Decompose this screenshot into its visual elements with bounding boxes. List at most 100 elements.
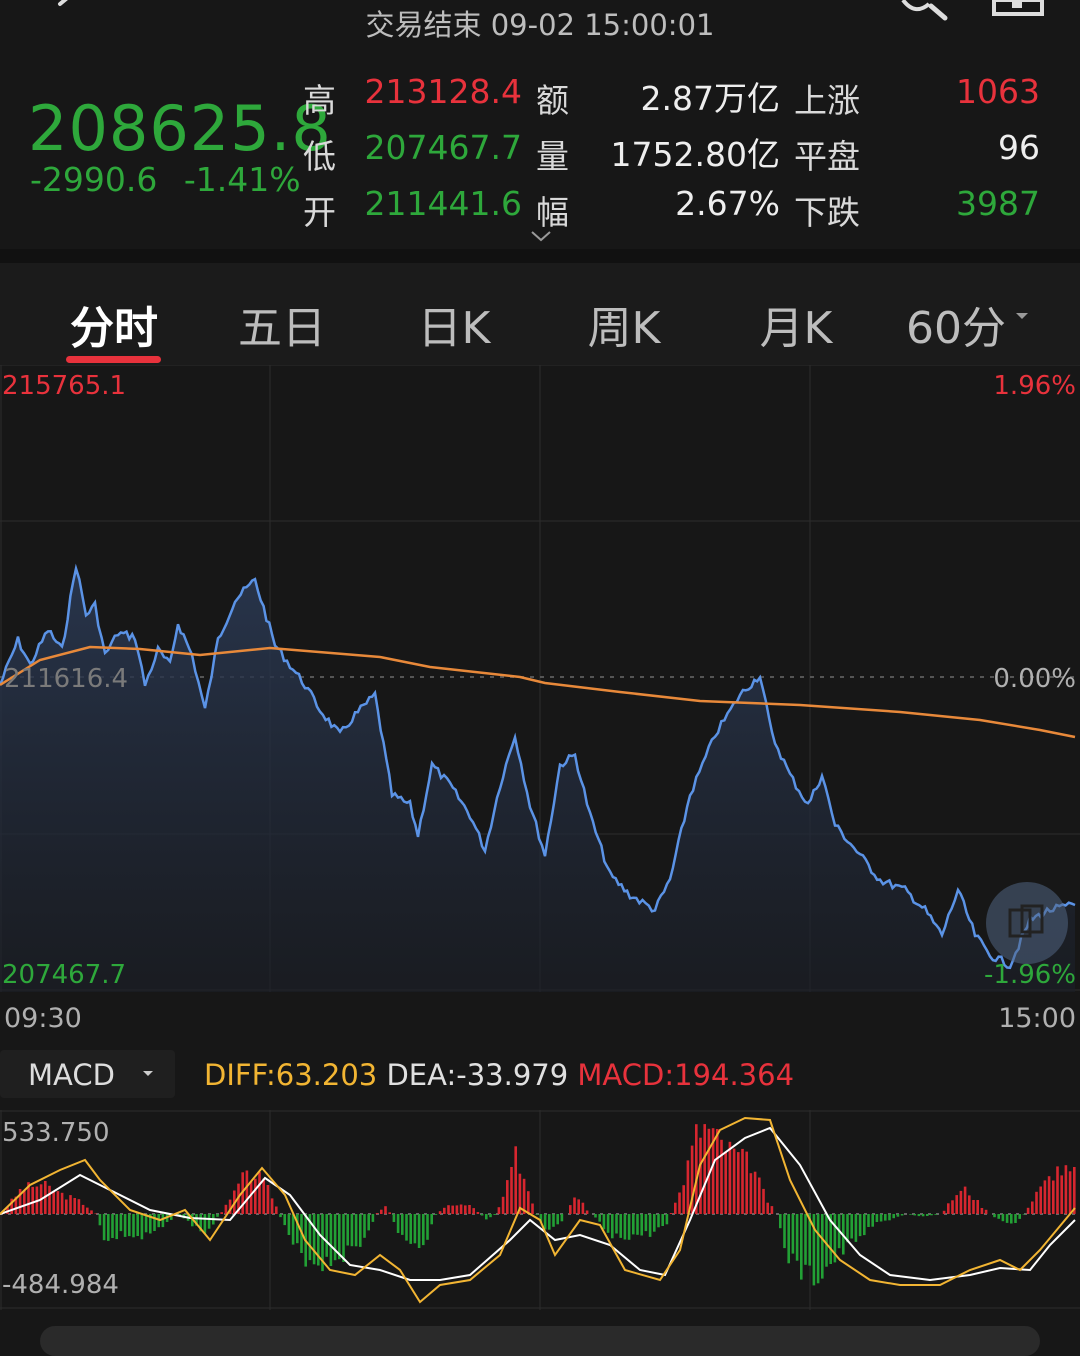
macd-bar-down xyxy=(350,1214,354,1247)
macd-bar-down xyxy=(207,1214,211,1229)
open-label: 开 xyxy=(303,193,336,232)
window-toggle-icon xyxy=(1008,904,1044,938)
macd-bar-up xyxy=(266,1185,270,1214)
macd-bar-down xyxy=(329,1214,333,1266)
tab-monthly-k[interactable]: 月K xyxy=(742,292,850,356)
macd-bar-down xyxy=(934,1214,937,1215)
search-icon[interactable] xyxy=(895,0,955,22)
macd-bar-up xyxy=(510,1167,513,1214)
tab-weekly-k[interactable]: 周K xyxy=(570,292,678,356)
macd-bar-up xyxy=(438,1211,442,1214)
macd-bar-down xyxy=(216,1214,219,1217)
macd-bar-up xyxy=(762,1188,765,1214)
macd-bar-down xyxy=(371,1214,375,1222)
macd-bar-up xyxy=(1060,1175,1063,1214)
macd-bar-down xyxy=(560,1214,564,1222)
macd-bar-down xyxy=(825,1214,828,1267)
macd-bar-up xyxy=(1047,1176,1051,1214)
macd-bar-up xyxy=(766,1202,769,1214)
macd-bar-up xyxy=(48,1185,51,1214)
macd-bar-down xyxy=(804,1214,807,1265)
macd-bar-down xyxy=(611,1214,614,1239)
macd-bar-down xyxy=(556,1214,559,1225)
macd-bar-down xyxy=(653,1214,656,1232)
high-value: 213128.4 xyxy=(364,72,522,111)
macd-bar-down xyxy=(640,1214,643,1236)
macd-bar-up xyxy=(455,1205,459,1214)
macd-bar-down xyxy=(367,1214,370,1231)
pct-min-label: -1.96% xyxy=(984,960,1076,990)
macd-bar-up xyxy=(94,1213,97,1214)
floating-window-button[interactable] xyxy=(986,882,1068,964)
macd-bar-up xyxy=(60,1192,64,1214)
pct-max-label: 1.96% xyxy=(993,371,1076,401)
macd-bar-down xyxy=(854,1214,858,1242)
macd-bar-down xyxy=(287,1214,291,1235)
macd-bar-up xyxy=(770,1206,774,1214)
expand-chevron-icon[interactable] xyxy=(530,230,552,244)
macd-bar-down xyxy=(926,1214,929,1216)
macd-bar-up xyxy=(573,1197,576,1214)
macd-bar-down xyxy=(485,1214,488,1220)
price-change: -2990.6 -1.41% xyxy=(30,160,301,199)
macd-bar-up xyxy=(245,1170,249,1214)
macd-bar-up xyxy=(275,1206,278,1214)
macd-bar-down xyxy=(426,1214,429,1240)
tab-60-minute[interactable]: 60分 xyxy=(900,292,1012,356)
macd-bar-up xyxy=(976,1200,979,1214)
tab-five-day[interactable]: 五日 xyxy=(228,292,336,356)
macd-bar-down xyxy=(661,1214,664,1226)
open-value: 211441.6 xyxy=(364,184,522,223)
macd-bar-up xyxy=(577,1199,580,1214)
amplitude-value: 2.67% xyxy=(675,184,780,223)
macd-bar-up xyxy=(65,1199,68,1214)
macd-bar-up xyxy=(745,1151,748,1214)
macd-bar-up xyxy=(73,1198,76,1214)
y-max-label: 215765.1 xyxy=(2,371,127,401)
advancers-label: 上涨 xyxy=(794,81,860,120)
macd-bar-down xyxy=(623,1214,627,1240)
intraday-chart[interactable] xyxy=(0,365,1080,992)
macd-bar-up xyxy=(737,1152,740,1214)
macd-y-min: -484.984 xyxy=(2,1270,119,1300)
tab-intraday[interactable]: 分时 xyxy=(60,292,168,356)
macd-bar-down xyxy=(615,1214,618,1234)
bottom-bar xyxy=(40,1326,1040,1356)
macd-bar-up xyxy=(678,1192,681,1214)
macd-bar-down xyxy=(930,1214,933,1216)
macd-bar-up xyxy=(1031,1201,1034,1214)
turnover-value: 2.87万亿 xyxy=(640,79,780,118)
macd-bar-down xyxy=(111,1214,114,1238)
macd-bar-down xyxy=(291,1214,295,1245)
macd-bar-down xyxy=(909,1214,912,1215)
macd-bar-down xyxy=(795,1214,799,1261)
dea-value: -33.979 xyxy=(456,1058,569,1092)
macd-bar-up xyxy=(741,1148,744,1214)
macd-bar-up xyxy=(23,1190,26,1214)
macd-bar-up xyxy=(459,1204,463,1214)
macd-bar-up xyxy=(224,1204,228,1214)
low-label: 低 xyxy=(303,137,336,176)
macd-bar-up xyxy=(77,1199,81,1214)
indicator-selector[interactable]: MACD xyxy=(0,1050,175,1098)
macd-bar-down xyxy=(888,1214,891,1221)
macd-bar-up xyxy=(531,1203,534,1214)
macd-chart[interactable] xyxy=(0,1110,1080,1310)
macd-bar-down xyxy=(636,1214,639,1235)
change-percent: -1.41% xyxy=(183,160,301,199)
macd-bar-up xyxy=(968,1195,971,1214)
macd-bar-down xyxy=(598,1214,601,1222)
macd-bar-up xyxy=(955,1195,958,1214)
dea-line xyxy=(0,1126,1076,1282)
macd-bar-down xyxy=(917,1214,921,1217)
macd-bar-up xyxy=(1026,1207,1030,1214)
macd-bar-down xyxy=(434,1214,438,1215)
macd-bar-down xyxy=(325,1214,328,1257)
tab-daily-k[interactable]: 日K xyxy=(400,292,508,356)
diff-label: DIFF: xyxy=(204,1058,276,1092)
more-icon[interactable] xyxy=(990,0,1046,18)
macd-bar-down xyxy=(409,1214,412,1244)
macd-bar-up xyxy=(86,1207,89,1214)
dropdown-caret-icon[interactable] xyxy=(1014,311,1030,321)
macd-bar-down xyxy=(359,1214,362,1247)
